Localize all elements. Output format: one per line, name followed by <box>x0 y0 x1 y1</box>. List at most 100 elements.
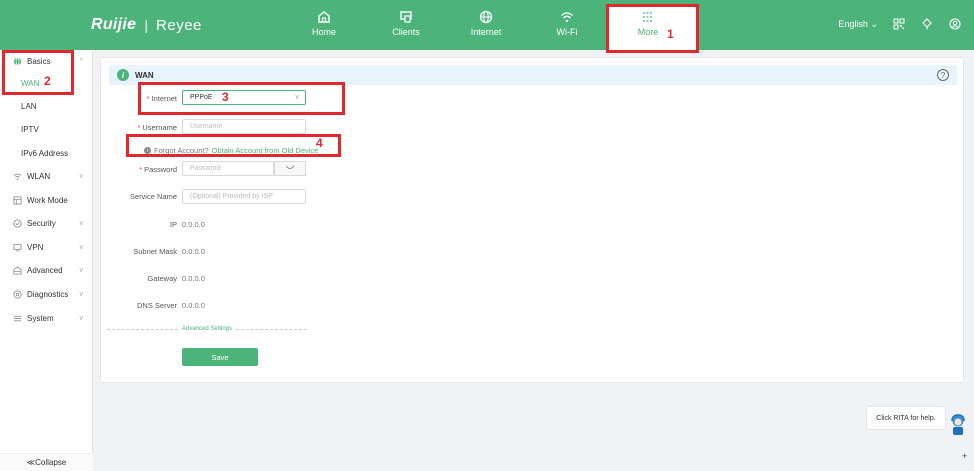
collapse-label: ≪Collapse <box>26 458 67 467</box>
service-name-input[interactable]: (Optional) Provided by ISP <box>182 189 306 204</box>
annotation-box-2 <box>2 50 74 95</box>
sidebar-group-diagnostics[interactable]: Diagnostics v <box>0 283 93 305</box>
ip-label: IP <box>169 220 177 229</box>
sidebar-item-ipv6[interactable]: IPv6 Address <box>0 142 93 164</box>
language-label: English <box>838 18 868 29</box>
info-icon: i <box>117 69 129 81</box>
sidebar-item-lan-label: LAN <box>21 101 37 111</box>
divider <box>107 328 178 330</box>
header-utilities: English ⌄ <box>838 17 962 31</box>
chevron-down-icon: v <box>79 243 84 251</box>
username-input[interactable]: Username <box>182 119 306 134</box>
workmode-icon <box>12 195 22 205</box>
sidebar-group-wlan-label: WLAN <box>27 171 51 181</box>
sidebar-group-system[interactable]: System v <box>0 307 93 329</box>
username-placeholder: Username <box>190 123 223 130</box>
user-account-icon[interactable] <box>948 17 962 31</box>
rita-help-text: Click RITA for help. <box>876 414 936 422</box>
brand-primary: Ruijie <box>91 16 137 33</box>
ip-value: 0.0.0.0 <box>182 220 205 229</box>
network-topology-icon[interactable] <box>920 17 934 31</box>
system-icon <box>12 313 22 323</box>
sidebar-group-advanced-label: Advanced <box>27 265 63 275</box>
password-label: Password <box>144 165 177 174</box>
chevron-down-icon: v <box>79 266 84 274</box>
annotation-number-2: 2 <box>44 74 51 88</box>
chevron-down-icon: v <box>79 172 84 180</box>
advanced-settings-toggle[interactable]: Advanced Settings <box>107 326 308 332</box>
sidebar-item-ipv6-label: IPv6 Address <box>21 148 69 158</box>
service-name-label: Service Name <box>129 192 177 201</box>
chevron-down-icon: ⌄ <box>870 18 878 29</box>
plus-icon: + <box>962 451 968 461</box>
chevron-down-icon: v <box>79 290 84 298</box>
annotation-box-1 <box>606 4 699 53</box>
sidebar-group-work-mode[interactable]: Work Mode <box>0 189 93 211</box>
nav-home-label: Home <box>311 27 336 37</box>
globe-icon <box>479 10 493 24</box>
shield-icon <box>12 218 22 228</box>
sidebar-item-lan[interactable]: LAN <box>0 95 93 117</box>
advanced-icon <box>12 265 22 275</box>
sidebar-group-wlan[interactable]: WLAN v <box>0 165 93 187</box>
dns-server-label: DNS Server <box>136 301 177 310</box>
nav-clients[interactable]: Clients <box>381 8 431 44</box>
sidebar-group-vpn-label: VPN <box>27 242 44 252</box>
language-selector[interactable]: English ⌄ <box>838 19 878 30</box>
chevron-down-icon: v <box>79 219 84 227</box>
qr-code-icon[interactable] <box>892 17 906 31</box>
show-password-toggle[interactable] <box>274 161 306 176</box>
brand-secondary: Reyee <box>156 16 202 34</box>
sidebar-group-diagnostics-label: Diagnostics <box>27 289 69 299</box>
diagnostics-icon <box>12 289 22 299</box>
password-placeholder: Password <box>190 165 221 172</box>
rita-assistant-icon[interactable] <box>950 414 966 436</box>
page-title: WAN <box>135 70 154 80</box>
annotation-box-4 <box>126 134 341 157</box>
clients-icon <box>400 11 412 23</box>
vpn-icon <box>12 242 22 252</box>
service-name-placeholder: (Optional) Provided by ISP <box>190 193 273 200</box>
sidebar-item-iptv[interactable]: IPTV <box>0 118 93 140</box>
password-input[interactable]: Password <box>182 161 274 176</box>
chevron-up-icon: ^ <box>79 57 83 65</box>
collapse-sidebar-button[interactable]: ≪Collapse <box>0 453 93 471</box>
annotation-box-3 <box>138 82 345 115</box>
sidebar-group-vpn[interactable]: VPN v <box>0 236 93 258</box>
dns-server-value: 0.0.0.0 <box>182 301 205 310</box>
top-navigation-bar: Ruijie | Reyee Home Clients Internet Wi-… <box>0 0 974 50</box>
gateway-value: 0.0.0.0 <box>182 274 205 283</box>
nav-wifi-label: Wi-Fi <box>556 27 578 37</box>
brand-logo: Ruijie | Reyee <box>91 14 202 36</box>
annotation-number-3: 3 <box>222 90 229 104</box>
nav-internet[interactable]: Internet <box>461 8 511 44</box>
nav-clients-label: Clients <box>392 27 420 37</box>
annotation-number-4: 4 <box>316 136 323 150</box>
subnet-mask-value: 0.0.0.0 <box>182 247 205 256</box>
divider <box>236 328 308 330</box>
sidebar-group-advanced[interactable]: Advanced v <box>0 259 93 281</box>
sidebar-group-security[interactable]: Security v <box>0 212 93 234</box>
sidebar-group-security-label: Security <box>27 218 56 228</box>
advanced-settings-label: Advanced Settings <box>181 326 233 332</box>
annotation-number-1: 1 <box>667 27 674 41</box>
help-icon[interactable]: ? <box>937 69 949 81</box>
eye-icon <box>285 164 295 173</box>
rita-help-tooltip[interactable]: Click RITA for help. <box>866 406 946 430</box>
home-icon <box>318 11 330 23</box>
wifi-icon <box>561 12 573 23</box>
username-label-row: * Username <box>137 123 177 132</box>
wifi-icon <box>12 171 22 181</box>
subnet-mask-label: Subnet Mask <box>133 247 177 256</box>
sidebar-item-iptv-label: IPTV <box>21 124 39 134</box>
service-name-label-row: Service Name <box>97 192 177 201</box>
username-label: Username <box>142 123 177 132</box>
gateway-label: Gateway <box>147 274 177 283</box>
sidebar-group-system-label: System <box>27 313 54 323</box>
sidebar: Basics ^ WAN LAN IPTV IPv6 Address WLAN … <box>0 50 93 471</box>
password-label-row: * Password <box>139 165 177 174</box>
save-button[interactable]: Save <box>182 348 258 366</box>
nav-wifi[interactable]: Wi-Fi <box>542 8 592 44</box>
sidebar-group-work-mode-label: Work Mode <box>27 195 68 205</box>
nav-home[interactable]: Home <box>299 8 349 44</box>
